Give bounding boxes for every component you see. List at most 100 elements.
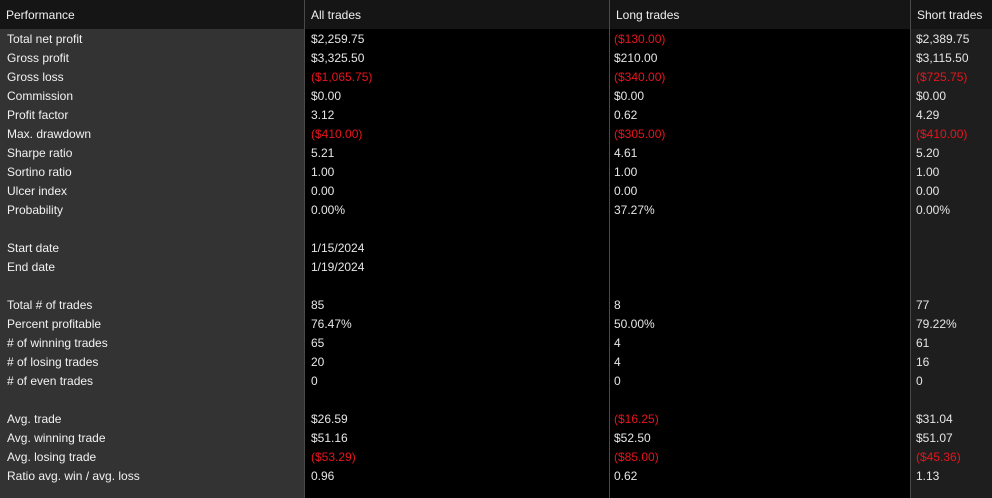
header-short-trades[interactable]: Short trades [910, 0, 992, 29]
long-trades-value: ($340.00) [614, 70, 666, 84]
table-row: Gross profit $3,325.50 $210.00 $3,115.50 [0, 49, 992, 68]
table-row: Avg. losing trade ($53.29) ($85.00) ($45.36… [0, 448, 992, 467]
table-row: Profit factor 3.12 0.62 4.29 [0, 106, 992, 125]
all-trades-value: ($53.29) [311, 450, 356, 464]
all-trades-value: ($1,065.75) [311, 70, 373, 84]
table-row: # of losing trades 20 4 16 [0, 353, 992, 372]
metric-label: # of winning trades [7, 336, 108, 350]
table-row: Avg. trade $26.59 ($16.25) $31.04 [0, 410, 992, 429]
long-trades-value: 0.00 [614, 184, 638, 198]
metric-label: Sortino ratio [7, 165, 72, 179]
metric-label: Total net profit [7, 32, 83, 46]
table-row: Probability 0.00% 37.27% 0.00% [0, 201, 992, 220]
table-row: Percent profitable 76.47% 50.00% 79.22% [0, 315, 992, 334]
short-trades-value: $51.07 [916, 431, 953, 445]
metric-label: Start date [7, 241, 60, 255]
long-trades-value: $52.50 [614, 431, 651, 445]
table-row: # of winning trades 65 4 61 [0, 334, 992, 353]
spacer-row [0, 220, 992, 239]
long-trades-value [614, 239, 908, 258]
table-row: Total # of trades 85 8 77 [0, 296, 992, 315]
metric-label: Percent profitable [7, 317, 102, 331]
all-trades-value [311, 391, 607, 410]
table-row: Commission $0.00 $0.00 $0.00 [0, 87, 992, 106]
short-trades-value [916, 277, 992, 296]
all-trades-value: $2,259.75 [311, 32, 365, 46]
table-row: Max. drawdown ($410.00) ($305.00) ($410.00) [0, 125, 992, 144]
table-row: Start date 1/15/2024 [0, 239, 992, 258]
long-trades-value: 37.27% [614, 203, 655, 217]
long-trades-value [614, 220, 908, 239]
long-trades-value: 8 [614, 298, 621, 312]
long-trades-value: ($16.25) [614, 412, 659, 426]
table-row: Gross loss ($1,065.75) ($340.00) ($725.75) [0, 68, 992, 87]
short-trades-value [916, 258, 992, 277]
all-trades-value: 0.00 [311, 184, 335, 198]
table-row: Ratio avg. win / avg. loss 0.96 0.62 1.13 [0, 467, 992, 486]
header-all-trades[interactable]: All trades [304, 0, 609, 29]
all-trades-value: 0.00% [311, 203, 346, 217]
long-trades-value: 0.62 [614, 469, 638, 483]
all-trades-value: 85 [311, 298, 325, 312]
metric-label [7, 220, 303, 239]
long-trades-value: 4.61 [614, 146, 638, 160]
table-row: End date 1/19/2024 [0, 258, 992, 277]
metric-label: # of even trades [7, 374, 94, 388]
all-trades-value: 76.47% [311, 317, 352, 331]
short-trades-value: 0.00 [916, 184, 940, 198]
metric-label: Probability [7, 203, 64, 217]
long-trades-value: ($85.00) [614, 450, 659, 464]
short-trades-value [916, 391, 992, 410]
header-performance[interactable]: Performance [0, 0, 304, 29]
all-trades-value: ($410.00) [311, 127, 363, 141]
header-long-trades[interactable]: Long trades [609, 0, 910, 29]
metric-label: End date [7, 260, 56, 274]
short-trades-value: 79.22% [916, 317, 957, 331]
short-trades-value: 1.13 [916, 469, 940, 483]
short-trades-value: 0.00% [916, 203, 951, 217]
metric-label: Max. drawdown [7, 127, 92, 141]
table-row: Sortino ratio 1.00 1.00 1.00 [0, 163, 992, 182]
short-trades-value: $0.00 [916, 89, 947, 103]
short-trades-value: 4.29 [916, 108, 940, 122]
short-trades-value: $2,389.75 [916, 32, 970, 46]
long-trades-value: 0.62 [614, 108, 638, 122]
all-trades-value: 0.96 [311, 469, 335, 483]
metric-label [7, 391, 303, 410]
short-trades-value [916, 220, 992, 239]
all-trades-value: $26.59 [311, 412, 348, 426]
long-trades-value [614, 277, 908, 296]
long-trades-value: 50.00% [614, 317, 655, 331]
long-trades-value [614, 391, 908, 410]
metric-label: Sharpe ratio [7, 146, 73, 160]
metric-label: Avg. trade [7, 412, 62, 426]
long-trades-value: 1.00 [614, 165, 638, 179]
table-row: Avg. winning trade $51.16 $52.50 $51.07 [0, 429, 992, 448]
table-row: # of even trades 0 0 0 [0, 372, 992, 391]
short-trades-value: ($410.00) [916, 127, 968, 141]
long-trades-value: 0 [614, 374, 621, 388]
long-trades-value: ($130.00) [614, 32, 666, 46]
performance-table: Performance All trades Long trades Short… [0, 0, 992, 498]
metric-label: Profit factor [7, 108, 69, 122]
metric-label: Avg. losing trade [7, 450, 97, 464]
metric-label: Ulcer index [7, 184, 68, 198]
short-trades-value: $31.04 [916, 412, 953, 426]
all-trades-value [311, 220, 607, 239]
short-trades-value: ($725.75) [916, 70, 968, 84]
table-row: Sharpe ratio 5.21 4.61 5.20 [0, 144, 992, 163]
all-trades-value: $0.00 [311, 89, 342, 103]
metric-label: Total # of trades [7, 298, 93, 312]
table-row: Total net profit $2,259.75 ($130.00) $2,389… [0, 30, 992, 49]
table-header: Performance All trades Long trades Short… [0, 0, 992, 29]
spacer-row [0, 277, 992, 296]
all-trades-value: 1.00 [311, 165, 335, 179]
short-trades-value: 77 [916, 298, 930, 312]
all-trades-value: 5.21 [311, 146, 335, 160]
all-trades-value: $3,325.50 [311, 51, 365, 65]
short-trades-value: 16 [916, 355, 930, 369]
metric-label: Gross loss [7, 70, 64, 84]
long-trades-value: 4 [614, 355, 621, 369]
metric-label: Avg. winning trade [7, 431, 106, 445]
long-trades-value: ($305.00) [614, 127, 666, 141]
